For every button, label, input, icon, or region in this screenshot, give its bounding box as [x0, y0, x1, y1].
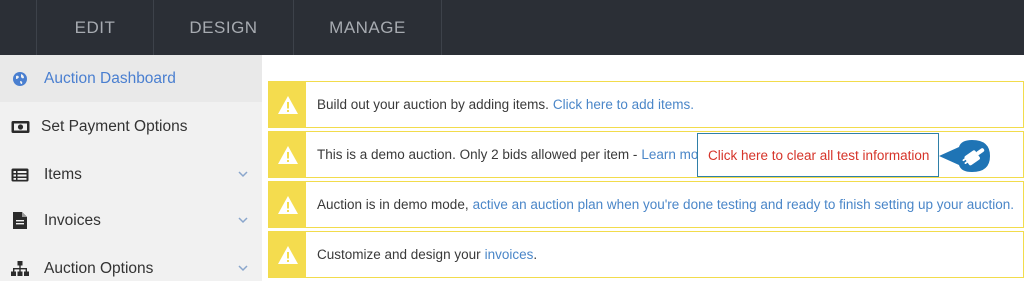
- warning-icon: [269, 132, 306, 177]
- alert-text: Customize and design your: [317, 247, 481, 262]
- sidebar-item-label: Items: [44, 165, 82, 183]
- nav-spacer: [0, 0, 37, 55]
- tab-edit[interactable]: EDIT: [37, 0, 154, 55]
- warning-icon: [269, 82, 306, 127]
- tab-manage[interactable]: MANAGE: [294, 0, 442, 55]
- warning-icon: [269, 182, 306, 227]
- alert-text: Build out your auction by adding items.: [317, 97, 549, 112]
- sidebar-item-label: Auction Options: [44, 259, 154, 277]
- alert-demo-mode: Auction is in demo mode, active an aucti…: [268, 181, 1024, 228]
- pointer-hand-icon: [939, 140, 990, 172]
- list-icon: [10, 165, 30, 185]
- chevron-down-icon: [238, 265, 248, 272]
- add-items-link[interactable]: Click here to add items.: [553, 97, 694, 112]
- activate-plan-link[interactable]: active an auction plan when you're done …: [473, 197, 1014, 212]
- alert-text: Auction is in demo mode,: [317, 197, 469, 212]
- globe-icon: [10, 69, 30, 89]
- sidebar-item-auction-options[interactable]: Auction Options: [0, 245, 262, 281]
- money-icon: [10, 117, 30, 137]
- chevron-down-icon: [238, 171, 248, 178]
- alert-text: This is a demo auction. Only 2 bids allo…: [317, 147, 638, 162]
- sidebar-item-invoices[interactable]: Invoices: [0, 197, 262, 244]
- sidebar-item-set-payment-options[interactable]: Set Payment Options: [0, 103, 262, 150]
- sidebar-item-items[interactable]: Items: [0, 151, 262, 198]
- sidebar-item-auction-dashboard[interactable]: Auction Dashboard: [0, 55, 262, 102]
- alert-add-items: Build out your auction by adding items. …: [268, 81, 1024, 128]
- warning-icon: [269, 232, 306, 277]
- alert-customize-invoices: Customize and design your invoices .: [268, 231, 1024, 278]
- document-icon: [10, 211, 30, 231]
- clear-test-information-button[interactable]: Click here to clear all test information: [697, 133, 939, 177]
- sitemap-icon: [10, 259, 30, 279]
- sidebar-item-label: Auction Dashboard: [44, 69, 176, 87]
- invoices-link[interactable]: invoices: [485, 247, 534, 262]
- tab-design[interactable]: DESIGN: [154, 0, 294, 55]
- alert-suffix: .: [533, 247, 538, 262]
- sidebar-item-label: Set Payment Options: [41, 117, 188, 135]
- top-nav: EDIT DESIGN MANAGE: [0, 0, 1024, 55]
- chevron-down-icon: [238, 217, 248, 224]
- sidebar: Auction Dashboard Set Payment Options It…: [0, 55, 262, 281]
- sidebar-item-label: Invoices: [44, 211, 101, 229]
